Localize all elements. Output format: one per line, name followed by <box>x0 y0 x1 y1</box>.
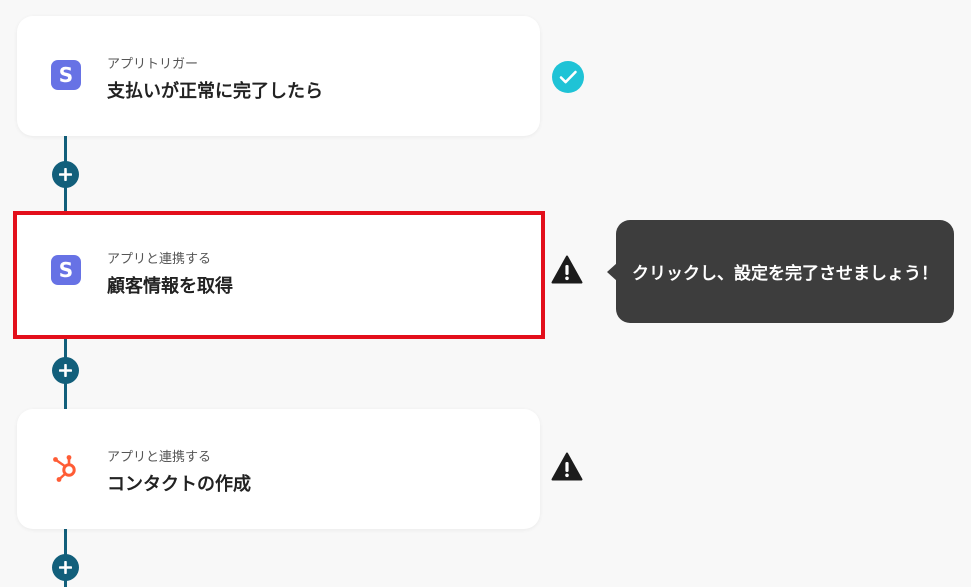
stripe-icon: S <box>51 255 81 285</box>
step-title: 支払いが正常に完了したら <box>107 81 323 102</box>
setup-tooltip: クリックし、設定を完了させましょう！ <box>607 220 954 323</box>
step-card-trigger[interactable]: S アプリトリガー 支払いが正常に完了したら <box>17 16 540 136</box>
stripe-logo-letter: S <box>51 255 81 285</box>
hubspot-icon <box>51 453 81 483</box>
warning-icon <box>551 255 583 284</box>
tooltip-text: クリックし、設定を完了させましょう！ <box>632 264 938 284</box>
warning-icon <box>551 452 583 481</box>
plus-icon <box>59 364 72 377</box>
step-type-label: アプリと連携する <box>107 450 212 465</box>
step-title: コンタクトの作成 <box>107 474 251 495</box>
check-circle-icon <box>552 61 584 93</box>
add-step-button[interactable] <box>52 161 79 188</box>
add-step-button[interactable] <box>52 357 79 384</box>
step-type-label: アプリトリガー <box>107 57 199 72</box>
plus-icon <box>59 561 72 574</box>
plus-icon <box>59 168 72 181</box>
step-card-create-contact[interactable]: アプリと連携する コンタクトの作成 <box>17 409 540 529</box>
step-title: 顧客情報を取得 <box>107 276 233 297</box>
step-card-get-customer[interactable]: S アプリと連携する 顧客情報を取得 <box>13 211 545 339</box>
stripe-logo-letter: S <box>51 60 81 90</box>
step-type-label: アプリと連携する <box>107 252 212 267</box>
stripe-icon: S <box>51 60 81 90</box>
add-step-button[interactable] <box>52 554 79 581</box>
